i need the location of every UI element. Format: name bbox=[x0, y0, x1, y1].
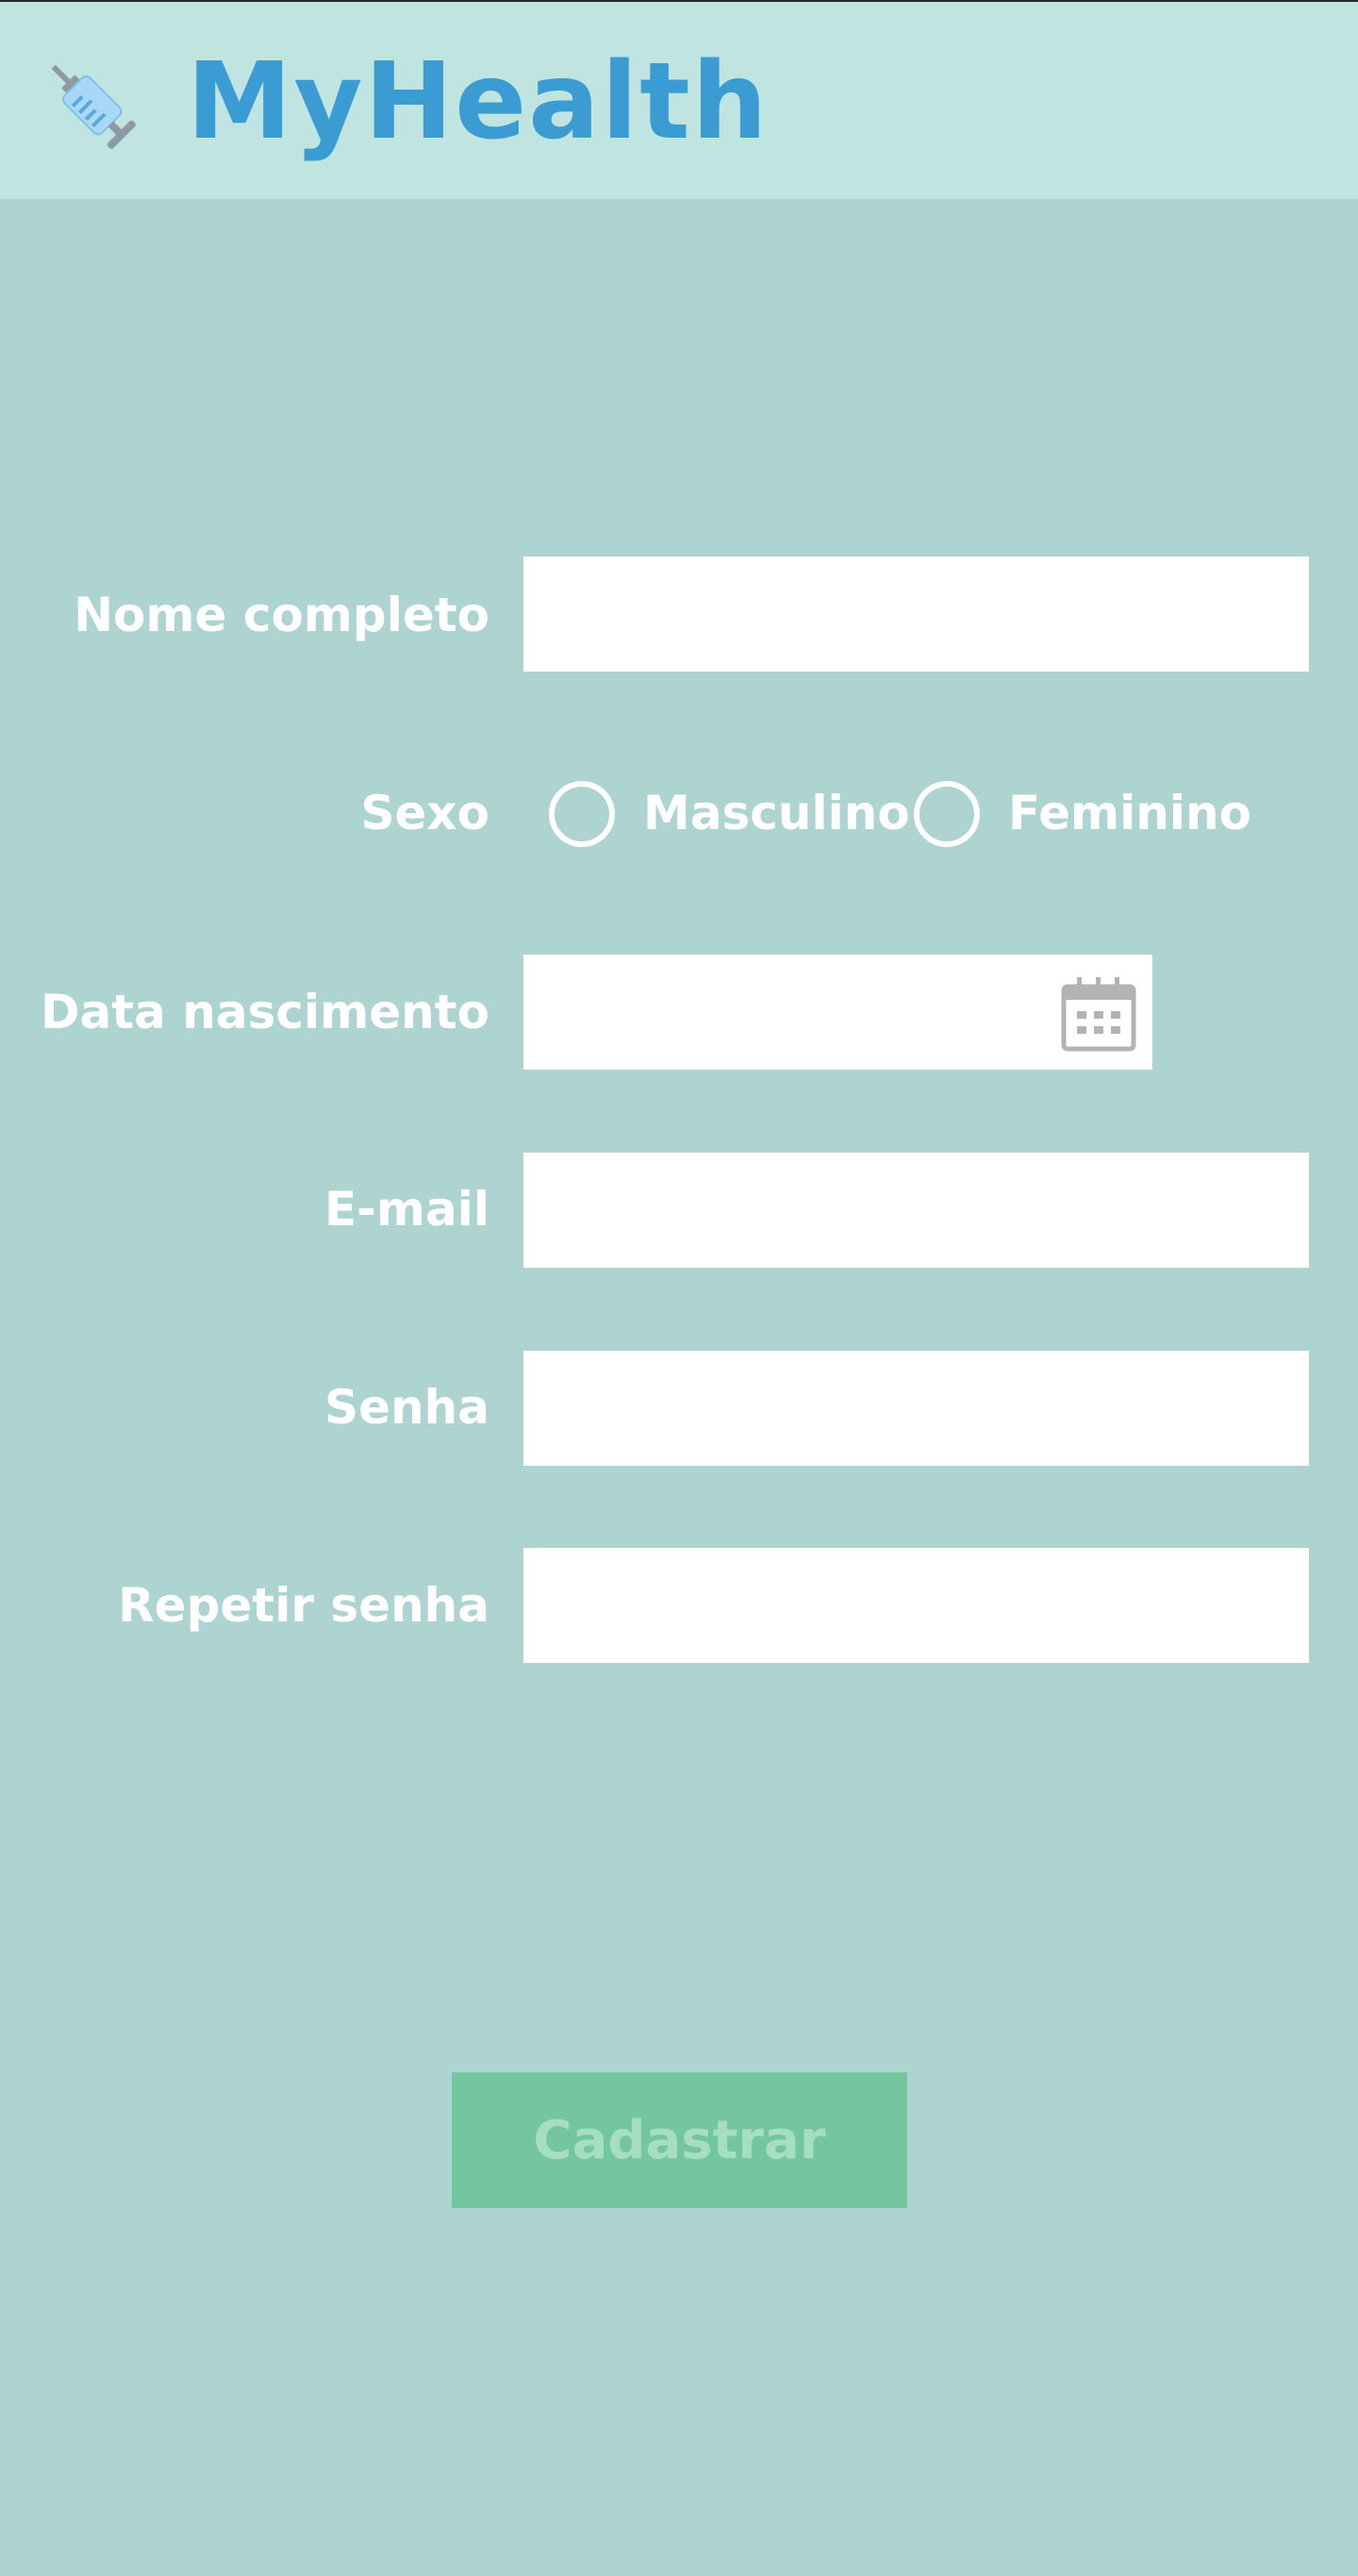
radio-male-circle[interactable] bbox=[549, 781, 615, 847]
birth-date-input[interactable] bbox=[523, 955, 1152, 1070]
full-name-label: Nome completo bbox=[74, 588, 489, 642]
syringe-icon bbox=[51, 64, 136, 149]
email-input[interactable] bbox=[523, 1153, 1309, 1268]
password-label: Senha bbox=[324, 1380, 489, 1435]
calendar-icon[interactable] bbox=[1060, 975, 1137, 1053]
birth-date-label: Data nascimento bbox=[40, 985, 489, 1039]
radio-female-circle[interactable] bbox=[914, 781, 980, 847]
app-root: MyHealth Nome completo Sexo Masculino Fe… bbox=[0, 0, 1358, 2576]
register-button[interactable]: Cadastrar bbox=[452, 2072, 907, 2208]
password-input[interactable] bbox=[523, 1351, 1309, 1466]
repeat-password-label: Repetir senha bbox=[118, 1578, 489, 1633]
full-name-input[interactable] bbox=[523, 557, 1309, 672]
radio-male-label[interactable]: Masculino bbox=[643, 785, 910, 841]
radio-female-label[interactable]: Feminino bbox=[1008, 785, 1251, 841]
top-bar: MyHealth bbox=[0, 0, 1358, 199]
sex-label: Sexo bbox=[360, 786, 489, 840]
app-title: MyHealth bbox=[187, 41, 770, 163]
email-label: E-mail bbox=[323, 1182, 489, 1237]
repeat-password-input[interactable] bbox=[523, 1548, 1309, 1663]
